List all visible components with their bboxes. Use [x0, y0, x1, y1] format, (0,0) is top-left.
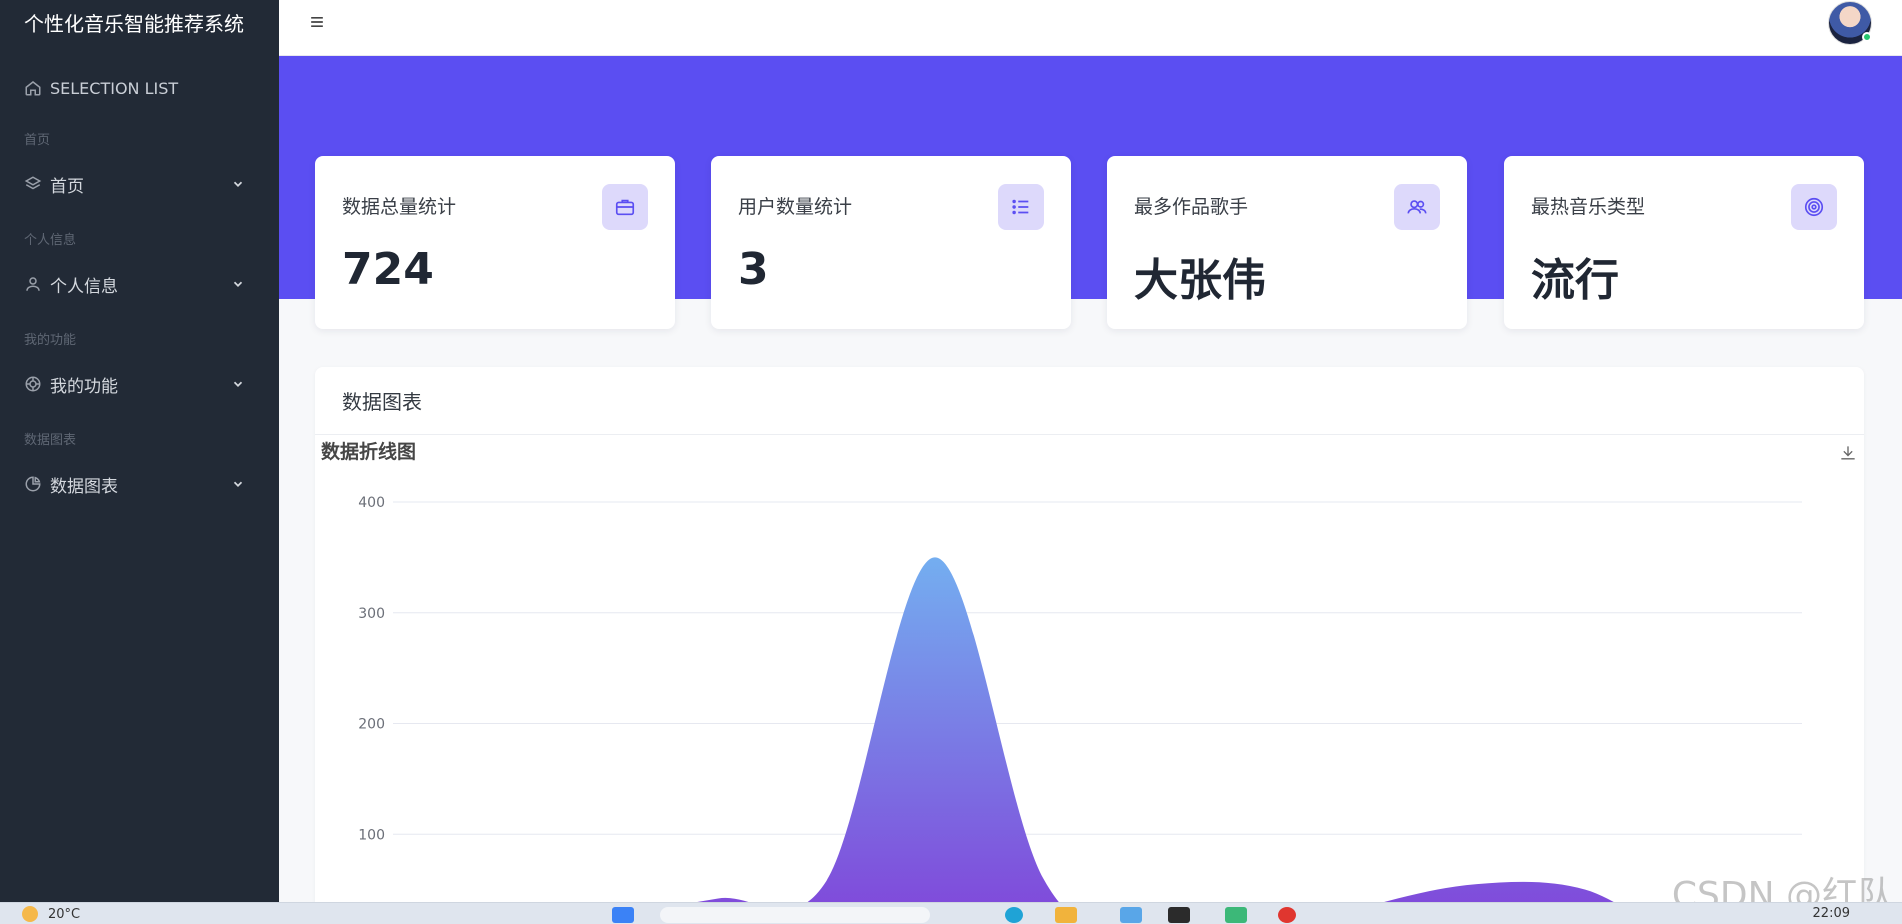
top-bar	[279, 0, 1902, 56]
sidebar-item-charts[interactable]: 数据图表	[0, 462, 279, 506]
y-tick-label: 300	[358, 606, 385, 622]
stat-card-top-singer: 最多作品歌手 大张伟	[1107, 156, 1467, 329]
chevron-down-icon	[231, 377, 245, 391]
taskbar-search-input[interactable]	[660, 907, 930, 923]
edge-icon[interactable]	[1005, 907, 1023, 923]
stat-card-value: 3	[738, 244, 769, 295]
sidebar-item-home[interactable]: 首页	[0, 162, 279, 206]
y-tick-label: 100	[358, 827, 385, 843]
section-label-profile: 个人信息	[24, 233, 77, 248]
os-taskbar: 20°C 22:09	[0, 902, 1902, 924]
sun-icon	[22, 906, 38, 922]
chevron-down-icon	[231, 177, 245, 191]
stat-card-value: 724	[342, 244, 434, 295]
selection-list-label: SELECTION LIST	[50, 78, 179, 98]
clock: 22:09	[1812, 906, 1850, 921]
y-tick-label: 200	[358, 717, 385, 733]
online-status-dot	[1862, 32, 1872, 42]
sidebar-item-label: 数据图表	[50, 476, 118, 497]
sidebar-item-label: 首页	[50, 176, 84, 197]
chevron-down-icon	[231, 477, 245, 491]
app-icon[interactable]	[1225, 907, 1247, 923]
sidebar-item-label: 个人信息	[50, 276, 118, 297]
stat-card-hot-genre: 最热音乐类型 流行	[1504, 156, 1864, 329]
temperature: 20°C	[48, 906, 81, 922]
layers-icon	[24, 175, 42, 193]
menu-toggle-icon[interactable]	[307, 12, 327, 32]
pie-chart-icon	[24, 475, 42, 493]
section-label-functions: 我的功能	[24, 333, 77, 348]
stat-card-title: 数据总量统计	[342, 196, 457, 218]
sidebar: 个性化音乐智能推荐系统 SELECTION LIST 首页 首页 个人信息 个人…	[0, 0, 279, 902]
start-icon[interactable]	[612, 907, 634, 923]
stat-card-title: 最热音乐类型	[1531, 196, 1646, 218]
home-icon	[24, 79, 42, 97]
selection-list-item[interactable]: SELECTION LIST	[0, 66, 279, 110]
app-icon[interactable]	[1120, 907, 1142, 923]
chart-panel: 数据图表 数据折线图 100 200 300 400	[315, 367, 1864, 912]
app-icon[interactable]	[1278, 907, 1296, 923]
stat-card-total-data: 数据总量统计 724	[315, 156, 675, 329]
list-icon	[998, 184, 1044, 230]
user-icon	[24, 275, 42, 293]
y-tick-label: 400	[358, 495, 385, 511]
stat-card-title: 最多作品歌手	[1134, 196, 1249, 218]
stat-card-title: 用户数量统计	[738, 196, 853, 218]
sidebar-item-functions[interactable]: 我的功能	[0, 362, 279, 406]
aperture-icon	[24, 375, 42, 393]
target-icon	[1791, 184, 1837, 230]
section-label-home: 首页	[24, 133, 51, 148]
app-title: 个性化音乐智能推荐系统	[24, 11, 244, 36]
chevron-down-icon	[231, 277, 245, 291]
users-icon	[1394, 184, 1440, 230]
stat-card-value: 大张伟	[1134, 255, 1266, 306]
stat-card-user-count: 用户数量统计 3	[711, 156, 1071, 329]
sidebar-item-label: 我的功能	[50, 376, 118, 397]
terminal-icon[interactable]	[1168, 907, 1190, 923]
briefcase-icon	[602, 184, 648, 230]
line-area-chart: 100 200 300 400	[358, 495, 1802, 912]
area-series	[637, 557, 1631, 912]
sidebar-item-profile[interactable]: 个人信息	[0, 262, 279, 306]
stat-card-value: 流行	[1531, 255, 1619, 306]
section-label-charts: 数据图表	[24, 433, 77, 448]
folder-icon[interactable]	[1055, 907, 1077, 923]
weather-widget[interactable]: 20°C	[22, 906, 80, 922]
